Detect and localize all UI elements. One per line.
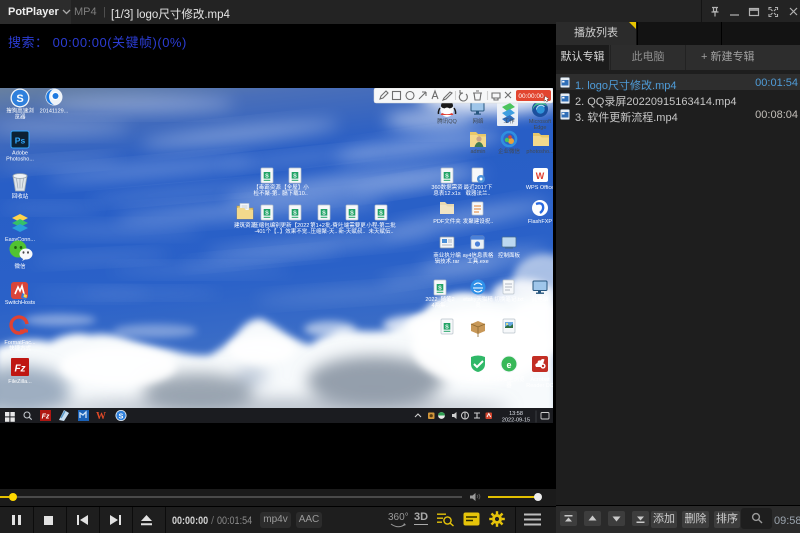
svg-text:新-天赋叔..: 新-天赋叔.. (339, 227, 366, 235)
svg-text:admin: admin (471, 149, 486, 155)
svg-text:商业执分编: 商业执分编 (433, 251, 461, 259)
svg-text:膈下载10..: 膈下载10.. (282, 189, 308, 197)
svg-text:00:00:00: 00:00:00 (518, 93, 544, 100)
svg-text:FileZilla...: FileZilla... (8, 379, 32, 385)
svg-text:灵: 灵 (475, 302, 481, 309)
svg-text:场卡黄米高: 场卡黄米高 (495, 334, 523, 342)
svg-text:最近2017下: 最近2017下 (464, 183, 493, 191)
svg-text:e: e (506, 360, 511, 370)
svg-text:假如8月..: 假如8月.. (436, 340, 459, 348)
svg-text:PDF文件夹: PDF文件夹 (433, 217, 461, 225)
svg-text:U9计算器: U9计算器 (466, 375, 490, 383)
svg-text:photosho...: photosho... (526, 149, 553, 155)
svg-text:凤操作近照: 凤操作近照 (433, 334, 461, 342)
svg-text:【全屋】小: 【全屋】小 (281, 183, 309, 191)
svg-text:未天赋伝..: 未天赋伝.. (368, 227, 394, 235)
svg-text:第1+2批-賚: 第1+2批-賚 (310, 221, 338, 229)
svg-text:Fz: Fz (42, 414, 50, 421)
svg-text:4两集..: 4两集.. (431, 301, 449, 309)
svg-text:企业微信: 企业微信 (498, 147, 521, 155)
svg-text:【毒霸资源: 【毒霸资源 (253, 183, 281, 191)
svg-text:清.mp4: 清.mp4 (500, 340, 518, 348)
svg-text:切换笔记.txt: 切换笔记.txt (494, 295, 524, 303)
svg-text:控制面板: 控制面板 (498, 251, 521, 259)
svg-text:小程-第二批: 小程-第二批 (366, 221, 396, 229)
svg-text:20141129...: 20141129... (40, 109, 69, 115)
svg-text:腾讯QQ: 腾讯QQ (437, 117, 457, 125)
svg-text:13:58: 13:58 (509, 411, 523, 417)
svg-text:S: S (119, 414, 124, 421)
svg-text:Ps: Ps (15, 136, 26, 146)
svg-text:发聚建设祝..: 发聚建设祝.. (463, 217, 494, 225)
svg-text:S: S (16, 93, 23, 105)
svg-text:回收站: 回收站 (12, 192, 29, 200)
svg-text:辑技术.rar: 辑技术.rar (435, 257, 460, 265)
svg-text:息表12.x1s: 息表12.x1s (433, 189, 460, 197)
svg-text:吐端需要更: 吐端需要更 (338, 221, 366, 229)
svg-text:etaky天猫精: etaky天猫精 (463, 295, 493, 303)
svg-text:压缩聚-天..: 压缩聚-天.. (311, 227, 338, 235)
svg-text:更新【2022: 更新【2022 (281, 221, 310, 229)
svg-text:2022_随笔2: 2022_随笔2 (425, 295, 454, 303)
svg-text:搜狗高速浏: 搜狗高速浏 (6, 107, 34, 115)
svg-text:快捷方式: 快捷方式 (9, 344, 32, 352)
svg-text:网络: 网络 (472, 117, 484, 125)
svg-text:载器法兰..: 载器法兰.. (465, 189, 491, 197)
svg-text:W: W (536, 171, 545, 181)
svg-text:器: 器 (506, 382, 512, 389)
svg-text:CuteDiskGe...: CuteDiskGe... (461, 336, 496, 342)
svg-text:此电脑: 此电脑 (532, 295, 549, 303)
svg-text:Edge: Edge (534, 125, 547, 131)
svg-text:2022-09-15: 2022-09-15 (502, 418, 530, 424)
svg-text:W: W (96, 411, 106, 422)
svg-text:压缩包编别: 压缩包编别 (253, 221, 281, 229)
svg-text:Fz: Fz (14, 364, 25, 375)
svg-text:WPS Office: WPS Office (526, 185, 553, 191)
svg-text:微信: 微信 (14, 262, 26, 270)
svg-text:-401个【..: -401个【.. (254, 228, 280, 235)
svg-text:SwitchHosts: SwitchHosts (5, 300, 36, 306)
svg-text:工作: 工作 (503, 117, 515, 125)
svg-text:ay4信息表格: ay4信息表格 (463, 251, 494, 259)
svg-text:360数据需资: 360数据需资 (431, 183, 463, 191)
svg-text:工具.exe: 工具.exe (467, 258, 488, 265)
svg-text:】效果不觉..: 】效果不觉.. (280, 227, 311, 235)
svg-text:Reader DC: Reader DC (526, 383, 553, 389)
svg-text:览器: 览器 (14, 113, 26, 121)
svg-text:360安全浏览: 360安全浏览 (493, 375, 525, 383)
svg-text:FlashFXP: FlashFXP (528, 219, 552, 225)
svg-text:检不聚-第..: 检不聚-第.. (254, 189, 281, 197)
svg-text:Photosho...: Photosho... (6, 157, 34, 163)
